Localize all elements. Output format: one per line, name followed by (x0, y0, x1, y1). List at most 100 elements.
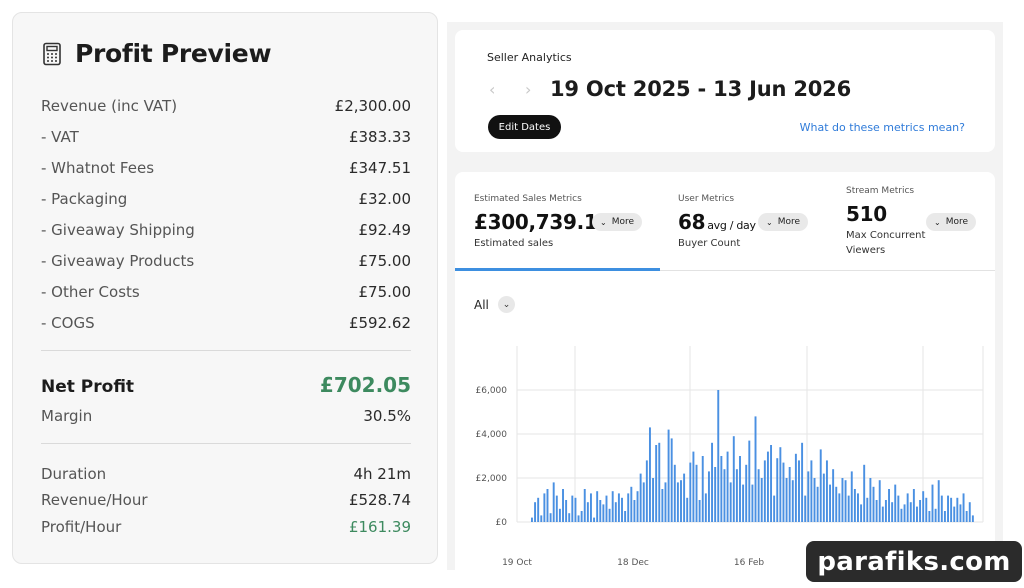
chart-bar[interactable] (602, 504, 605, 522)
chart-bar[interactable] (866, 497, 869, 522)
chart-bar[interactable] (546, 489, 549, 522)
chart-bar[interactable] (916, 506, 918, 522)
chart-bar[interactable] (881, 506, 884, 522)
chart-bar[interactable] (580, 511, 583, 522)
chart-bar[interactable] (959, 504, 962, 522)
chart-bar[interactable] (813, 478, 816, 522)
chart-bar[interactable] (810, 460, 813, 522)
chart-bar[interactable] (711, 442, 714, 522)
chart-bar[interactable] (552, 482, 555, 522)
chart-bar[interactable] (658, 442, 661, 522)
chart-bar[interactable] (853, 489, 856, 522)
tab-estimated-sales[interactable]: Estimated Sales Metrics £300,739.10 Esti… (455, 172, 660, 270)
chart-bar[interactable] (617, 493, 620, 522)
chart-bar[interactable] (732, 436, 735, 522)
chart-bar[interactable] (692, 451, 695, 522)
chart-bar[interactable] (931, 484, 934, 522)
chart-bar[interactable] (884, 500, 887, 522)
chart-bar[interactable] (894, 484, 897, 522)
chart-bar[interactable] (686, 497, 689, 522)
chart-bar[interactable] (819, 449, 822, 522)
chart-bar[interactable] (642, 482, 645, 522)
chart-bar[interactable] (707, 471, 710, 522)
chart-bar[interactable] (726, 451, 729, 522)
chart-bar[interactable] (565, 500, 568, 522)
chart-bar[interactable] (934, 508, 937, 522)
chart-bar[interactable] (608, 508, 611, 522)
chart-bar[interactable] (950, 497, 953, 522)
chart-bar[interactable] (863, 464, 866, 522)
chart-bar[interactable] (720, 456, 723, 522)
chart-bar[interactable] (667, 429, 670, 522)
chart-bar[interactable] (670, 438, 673, 522)
chart-bar[interactable] (872, 486, 875, 522)
chart-bar[interactable] (835, 486, 838, 522)
edit-dates-button[interactable]: Edit Dates (488, 115, 561, 139)
chart-bar[interactable] (695, 464, 698, 522)
chart-bar[interactable] (928, 511, 931, 522)
chart-bar[interactable] (655, 445, 658, 522)
chart-bar[interactable] (919, 500, 922, 522)
chart-bar[interactable] (838, 493, 841, 522)
chart-bar[interactable] (614, 502, 617, 522)
chart-bar[interactable] (773, 495, 776, 522)
chart-bar[interactable] (627, 493, 630, 522)
chart-bar[interactable] (621, 497, 623, 522)
chart-bar[interactable] (701, 456, 704, 522)
chart-bar[interactable] (664, 482, 667, 522)
chart-bar[interactable] (763, 460, 766, 522)
chart-bar[interactable] (723, 469, 726, 522)
chart-bar[interactable] (754, 416, 757, 522)
chart-bar[interactable] (953, 506, 956, 522)
chart-bar[interactable] (807, 471, 810, 522)
chart-bar[interactable] (611, 491, 614, 522)
chart-bar[interactable] (776, 458, 779, 522)
chart-bar[interactable] (822, 473, 825, 522)
chart-bar[interactable] (698, 500, 701, 522)
chart-bar[interactable] (798, 460, 800, 522)
chart-bar[interactable] (543, 493, 546, 522)
chart-bar[interactable] (794, 453, 797, 522)
chart-bar[interactable] (766, 451, 769, 522)
chart-bar[interactable] (704, 493, 707, 522)
chart-bar[interactable] (645, 460, 648, 522)
chart-bar[interactable] (537, 497, 540, 522)
chart-bar[interactable] (900, 508, 903, 522)
chart-bar[interactable] (562, 489, 564, 522)
more-button[interactable]: ⌄ More (758, 213, 809, 231)
chart-bar[interactable] (760, 478, 763, 522)
chart-bar[interactable] (605, 495, 608, 522)
chart-bar[interactable] (648, 427, 651, 522)
chart-bar[interactable] (825, 460, 828, 522)
chevron-right-icon[interactable]: › (525, 80, 531, 99)
tab-stream-metrics[interactable]: Stream Metrics 510 Max Concurrent Viewer… (828, 172, 995, 270)
tab-user-metrics[interactable]: User Metrics 68 avg / day Buyer Count ⌄ M… (660, 172, 828, 270)
chart-bar[interactable] (751, 484, 754, 522)
chevron-down-icon[interactable]: ⌄ (498, 296, 515, 313)
chart-bar[interactable] (801, 442, 804, 522)
more-button[interactable]: ⌄ More (926, 213, 977, 231)
chart-bar[interactable] (757, 469, 760, 522)
chart-bar[interactable] (791, 480, 794, 522)
chart-bar[interactable] (903, 504, 906, 522)
chart-bar[interactable] (844, 480, 847, 522)
chart-bar[interactable] (971, 515, 974, 522)
chart-bar[interactable] (689, 462, 692, 522)
chart-bar[interactable] (531, 517, 533, 522)
chart-bar[interactable] (897, 495, 900, 522)
chart-bar[interactable] (832, 469, 835, 522)
chart-bar[interactable] (652, 478, 655, 522)
chart-bar[interactable] (583, 489, 586, 522)
chart-bar[interactable] (735, 469, 738, 522)
chart-bar[interactable] (875, 500, 878, 522)
chart-bar[interactable] (804, 495, 807, 522)
chart-bar[interactable] (574, 497, 577, 522)
chart-bar[interactable] (540, 515, 543, 522)
chart-bar[interactable] (943, 511, 946, 522)
chart-bar[interactable] (850, 471, 853, 522)
chart-bar[interactable] (847, 495, 850, 522)
chart-bar[interactable] (829, 484, 831, 522)
chart-bar[interactable] (782, 462, 785, 522)
chart-bar[interactable] (558, 508, 561, 522)
metrics-help-link[interactable]: What do these metrics mean? (800, 121, 965, 134)
